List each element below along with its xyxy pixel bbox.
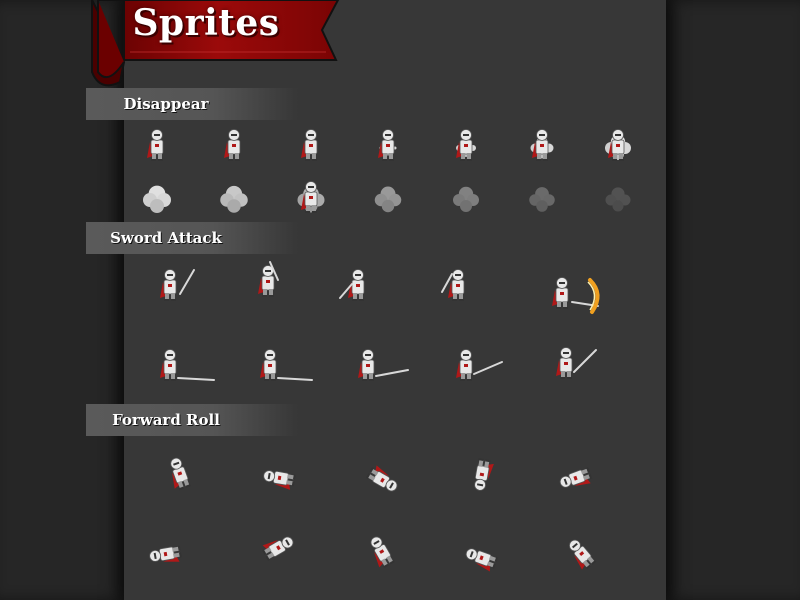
disappear-frame	[446, 176, 486, 218]
disappear-frame	[137, 124, 177, 166]
disappear-frame	[137, 176, 177, 218]
sword-attack-frame	[348, 344, 414, 392]
sword-attack-frame	[446, 344, 512, 392]
section-label-forward-roll: Forward Roll	[112, 411, 220, 429]
forward-roll-frame	[562, 532, 602, 574]
disappear-frame	[368, 176, 408, 218]
forward-roll-frame	[556, 456, 596, 498]
forward-roll-frame	[260, 456, 300, 498]
section-header-sword-attack: Sword Attack	[86, 222, 298, 254]
disappear-frame	[598, 124, 638, 166]
forward-roll-frame	[258, 526, 298, 568]
forward-roll-frame	[462, 536, 502, 578]
forward-roll-frame	[462, 452, 502, 494]
forward-roll-frame	[146, 532, 186, 574]
section-header-forward-roll: Forward Roll	[86, 404, 298, 436]
sword-attack-frame	[546, 342, 612, 390]
disappear-frame	[446, 124, 486, 166]
section-label-sword-attack: Sword Attack	[110, 229, 222, 247]
section-header-disappear: Disappear	[86, 88, 298, 120]
disappear-frame	[522, 176, 562, 218]
sword-attack-frame	[338, 264, 404, 312]
right-margin	[666, 0, 800, 600]
forward-roll-frame	[362, 458, 402, 500]
sword-attack-frame	[542, 272, 608, 320]
sword-attack-frame	[250, 344, 316, 392]
sword-attack-frame	[150, 264, 216, 312]
forward-roll-frame	[362, 530, 402, 572]
sword-attack-frame	[248, 260, 314, 308]
page-title: Sprites	[132, 2, 280, 44]
disappear-frame	[291, 176, 331, 218]
sword-attack-frame	[438, 264, 504, 312]
disappear-frame	[598, 176, 638, 218]
section-label-disappear: Disappear	[123, 95, 209, 113]
disappear-frame	[522, 124, 562, 166]
disappear-frame	[214, 176, 254, 218]
disappear-frame	[291, 124, 331, 166]
disappear-frame	[214, 124, 254, 166]
disappear-frame	[368, 124, 408, 166]
sword-attack-frame	[150, 344, 216, 392]
forward-roll-frame	[160, 452, 200, 494]
